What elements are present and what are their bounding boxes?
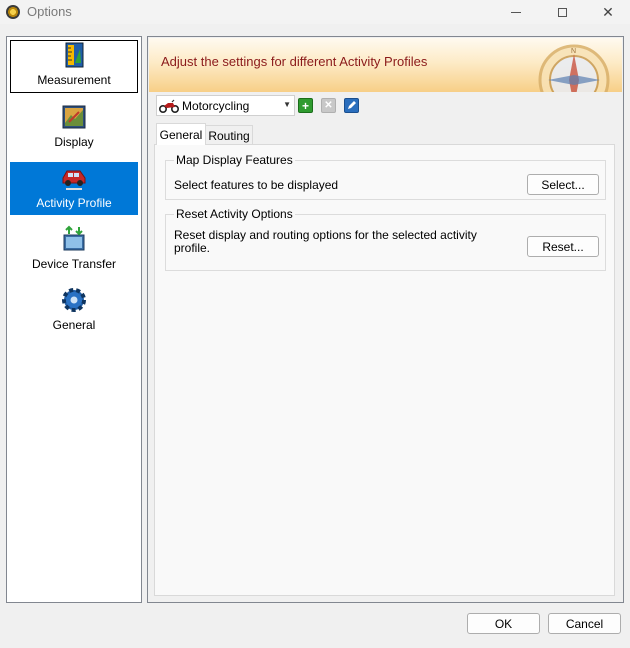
title-bar: Options ✕ [0, 0, 630, 24]
tab-content-general: Map Display Features Select features to … [154, 144, 615, 596]
sidebar-item-label: Activity Profile [36, 196, 112, 210]
ruler-icon [65, 42, 84, 68]
banner-title: Adjust the settings for different Activi… [161, 54, 428, 69]
sidebar-item-display[interactable]: Display [10, 101, 138, 154]
chevron-down-icon: ▼ [283, 100, 291, 109]
tab-routing[interactable]: Routing [206, 125, 253, 145]
sidebar-item-general[interactable]: General [10, 284, 138, 337]
cancel-button[interactable]: Cancel [548, 613, 621, 634]
minimize-icon [511, 11, 521, 13]
button-label: Reset... [542, 239, 584, 254]
group-description-line2: profile. [174, 241, 211, 255]
button-label: OK [494, 616, 513, 631]
svg-text:N: N [571, 48, 576, 55]
device-transfer-icon [63, 225, 85, 251]
edit-profile-button[interactable] [344, 98, 359, 113]
button-label: Cancel [565, 616, 604, 631]
sidebar-item-device-transfer[interactable]: Device Transfer [10, 223, 138, 276]
maximize-icon [557, 7, 567, 17]
close-icon: ✕ [324, 100, 333, 111]
sidebar-item-label: Measurement [37, 73, 111, 87]
close-button[interactable]: ✕ [585, 0, 630, 24]
window-title: Options [27, 4, 72, 19]
activity-profile-select[interactable]: Motorcycling ▼ [156, 95, 295, 116]
minimize-button[interactable] [493, 0, 539, 24]
pencil-icon [348, 101, 356, 109]
sidebar-item-measurement[interactable]: Measurement [10, 40, 138, 93]
options-sidebar: Measurement Display Activity Profile Dev… [6, 36, 142, 603]
settings-panel: Adjust the settings for different Activi… [147, 36, 624, 603]
tab-label: Routing [208, 128, 250, 143]
group-title: Map Display Features [174, 153, 295, 167]
reset-button[interactable]: Reset... [527, 236, 599, 257]
reset-activity-options-group: Reset Activity Options Reset display and… [165, 207, 606, 271]
delete-profile-button[interactable]: ✕ [321, 98, 336, 113]
button-label: Select... [541, 177, 585, 192]
add-profile-button[interactable]: + [298, 98, 313, 113]
profile-value: Motorcycling [182, 98, 250, 113]
compass-icon: N [538, 44, 610, 92]
sidebar-item-activity-profile[interactable]: Activity Profile [10, 162, 138, 215]
app-globe-icon [6, 5, 20, 19]
sidebar-item-label: Device Transfer [31, 257, 117, 271]
tab-general[interactable]: General [156, 123, 206, 145]
sidebar-item-label: Display [54, 135, 94, 149]
gear-icon [62, 288, 86, 312]
header-banner: Adjust the settings for different Activi… [149, 38, 622, 92]
group-description-line1: Reset display and routing options for th… [174, 228, 477, 242]
sidebar-item-label: General [52, 318, 96, 332]
map-display-features-group: Map Display Features Select features to … [165, 153, 606, 200]
maximize-button[interactable] [539, 0, 585, 24]
close-icon: ✕ [602, 3, 614, 20]
display-icon [62, 105, 86, 129]
group-description: Select features to be displayed [174, 178, 339, 192]
group-title: Reset Activity Options [174, 207, 295, 221]
select-features-button[interactable]: Select... [527, 174, 599, 195]
plus-icon: + [301, 98, 309, 113]
car-icon [62, 170, 86, 190]
tab-label: General [159, 127, 203, 142]
motorcycle-icon [159, 99, 179, 113]
ok-button[interactable]: OK [467, 613, 540, 634]
